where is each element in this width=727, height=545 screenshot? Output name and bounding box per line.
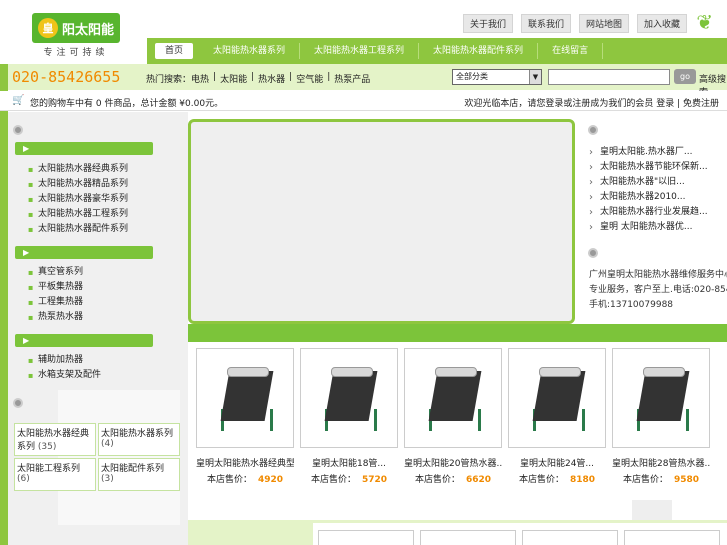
tag-cell[interactable]: 太阳能热水器系列 (4): [98, 423, 180, 456]
tag-grid: 太阳能热水器经典系列 (35) 太阳能热水器系列 (4) 太阳能工程系列 (6)…: [14, 423, 180, 491]
top-link-contact[interactable]: 联系我们: [520, 14, 571, 33]
product-price: 本店售价： 4920: [206, 475, 284, 485]
tag-cell[interactable]: 太阳能工程系列 (6): [14, 458, 96, 491]
logo-badge: 皇: [37, 18, 58, 38]
contact-line: 手机:13710079988: [589, 300, 674, 310]
news-item[interactable]: 太阳能热水器2010...: [589, 190, 708, 205]
top-link-about[interactable]: 关于我们: [462, 14, 513, 33]
site-logo[interactable]: 皇 阳太阳能: [32, 13, 120, 43]
phone-number: 020-85426655: [12, 68, 121, 86]
product-price: 本店售价： 5720: [310, 475, 388, 485]
top-link-favorite[interactable]: 加入收藏: [636, 14, 687, 33]
news-item[interactable]: 皇明 太阳能热水器优...: [589, 220, 708, 235]
category-select[interactable]: 全部分类 ▼: [452, 69, 542, 85]
logo-text: 阳太阳能: [61, 22, 114, 38]
category-item[interactable]: 工程集热器: [28, 295, 83, 310]
bullet-icon: [588, 125, 598, 135]
tag-cell[interactable]: 太阳能配件系列 (3): [98, 458, 180, 491]
bullet-icon: [13, 398, 23, 408]
contact-info: 广州皇明太阳能热水器维修服务中心专业维修各类太阳能热水器 专业服务，客户至上.电…: [589, 268, 727, 313]
slogan: 专注可持续: [43, 48, 109, 58]
product-name[interactable]: 皇明太阳能18管...: [300, 456, 398, 469]
chevron-down-icon: ▼: [529, 70, 541, 84]
bottom-card[interactable]: [420, 530, 516, 545]
search-button[interactable]: go: [674, 69, 696, 84]
bottom-block: [632, 500, 672, 522]
cart-summary[interactable]: 您的购物车中有 0 件商品，总计金额 ¥0.00元。: [30, 96, 223, 109]
quick-links: 热门搜索：电热 | 太阳能 | 热水器 | 空气能 | 热泵产品: [146, 72, 371, 85]
category-item[interactable]: 太阳能热水器工程系列: [28, 207, 128, 222]
nav-home[interactable]: 首页: [155, 43, 194, 59]
bullet-icon: [588, 248, 598, 258]
nav-accessories[interactable]: 太阳能热水器配件系列: [419, 43, 539, 59]
news-item[interactable]: 太阳能热水器节能环保新...: [589, 160, 708, 175]
product-image[interactable]: [508, 348, 606, 448]
nav-message[interactable]: 在线留言: [538, 43, 604, 59]
bottom-card[interactable]: [318, 530, 414, 545]
category-item[interactable]: 太阳能热水器经典系列: [28, 162, 128, 177]
product-card[interactable]: 皇明太阳能热水器经典型1... 本店售价：4920: [196, 348, 294, 485]
quick-link[interactable]: 空气能: [296, 72, 323, 85]
main-nav: 首页 太阳能热水器系列 太阳能热水器工程系列 太阳能热水器配件系列 在线留言: [147, 38, 727, 64]
quick-link[interactable]: 热门搜索：电热: [146, 72, 209, 85]
product-image[interactable]: [300, 348, 398, 448]
category-header-2[interactable]: ▶: [15, 246, 153, 259]
product-card[interactable]: 皇明太阳能20管热水器... 本店售价： 6620: [404, 348, 502, 485]
product-card[interactable]: 皇明太阳能18管... 本店售价： 5720: [300, 348, 398, 485]
category-item[interactable]: 太阳能热水器精品系列: [28, 177, 128, 192]
bullet-icon: [13, 125, 23, 135]
category-header-3[interactable]: ▶: [15, 334, 153, 347]
category-item[interactable]: 热泵热水器: [28, 310, 83, 325]
product-card[interactable]: 皇明太阳能28管热水器... 本店售价： 9580: [612, 348, 710, 485]
top-link-sitemap[interactable]: 网站地图: [578, 14, 629, 33]
news-item[interactable]: 皇明太阳能.热水器厂...: [589, 145, 708, 160]
top-links: 关于我们 联系我们 网站地图 加入收藏: [462, 14, 687, 33]
category-item[interactable]: 水箱支架及配件: [28, 368, 101, 383]
leaf-icon: ❦: [696, 10, 713, 34]
contact-line: 专业服务，客户至上.电话:020-85426655: [589, 285, 727, 295]
nav-projects[interactable]: 太阳能热水器工程系列: [300, 43, 420, 59]
quick-link[interactable]: 热泵产品: [334, 72, 370, 85]
category-list-2: 真空管系列 平板集热器 工程集热器 热泵热水器: [28, 265, 83, 325]
product-card[interactable]: 皇明太阳能24管... 本店售价： 8180: [508, 348, 606, 485]
news-item[interactable]: 太阳能热水器"以旧...: [589, 175, 708, 190]
bottom-card[interactable]: [624, 530, 720, 545]
category-item[interactable]: 辅助加热器: [28, 353, 101, 368]
product-list: 皇明太阳能热水器经典型1... 本店售价：4920 皇明太阳能18管... 本店…: [196, 348, 710, 485]
category-item[interactable]: 太阳能热水器配件系列: [28, 222, 128, 237]
news-list: 皇明太阳能.热水器厂... 太阳能热水器节能环保新... 太阳能热水器"以旧..…: [589, 145, 708, 235]
cart-icon: 🛒: [12, 95, 25, 106]
product-name[interactable]: 皇明太阳能24管...: [508, 456, 606, 469]
login-links[interactable]: 欢迎光临本店，请您登录或注册成为我们的会员 登录 | 免费注册: [464, 96, 719, 109]
select-value: 全部分类: [456, 72, 488, 81]
tag-cell[interactable]: 太阳能热水器经典系列 (35): [14, 423, 96, 456]
category-item[interactable]: 真空管系列: [28, 265, 83, 280]
bottom-card[interactable]: [522, 530, 618, 545]
category-list-1: 太阳能热水器经典系列 太阳能热水器精品系列 太阳能热水器豪华系列 太阳能热水器工…: [28, 162, 128, 237]
left-strip: [0, 64, 8, 545]
products-header: [188, 324, 727, 342]
news-item[interactable]: 太阳能热水器行业发展趋...: [589, 205, 708, 220]
category-list-3: 辅助加热器 水箱支架及配件: [28, 353, 101, 383]
category-header-1[interactable]: ▶: [15, 142, 153, 155]
product-price: 本店售价： 6620: [414, 475, 492, 485]
search-input[interactable]: [548, 69, 670, 85]
product-image[interactable]: [404, 348, 502, 448]
category-item[interactable]: 太阳能热水器豪华系列: [28, 192, 128, 207]
product-price: 本店售价： 8180: [518, 475, 596, 485]
nav-water-heaters[interactable]: 太阳能热水器系列: [199, 43, 301, 59]
product-name[interactable]: 皇明太阳能20管热水器...: [404, 456, 502, 469]
product-price: 本店售价： 9580: [622, 475, 700, 485]
quick-link[interactable]: 热水器: [258, 72, 285, 85]
product-name[interactable]: 皇明太阳能热水器经典型1...: [196, 456, 294, 469]
banner-slot[interactable]: [188, 119, 575, 324]
category-item[interactable]: 平板集热器: [28, 280, 83, 295]
quick-link[interactable]: 太阳能: [220, 72, 247, 85]
product-image[interactable]: [612, 348, 710, 448]
contact-line: 广州皇明太阳能热水器维修服务中心专业维修各类太阳能热水器: [589, 270, 727, 280]
product-image[interactable]: [196, 348, 294, 448]
product-name[interactable]: 皇明太阳能28管热水器...: [612, 456, 710, 469]
